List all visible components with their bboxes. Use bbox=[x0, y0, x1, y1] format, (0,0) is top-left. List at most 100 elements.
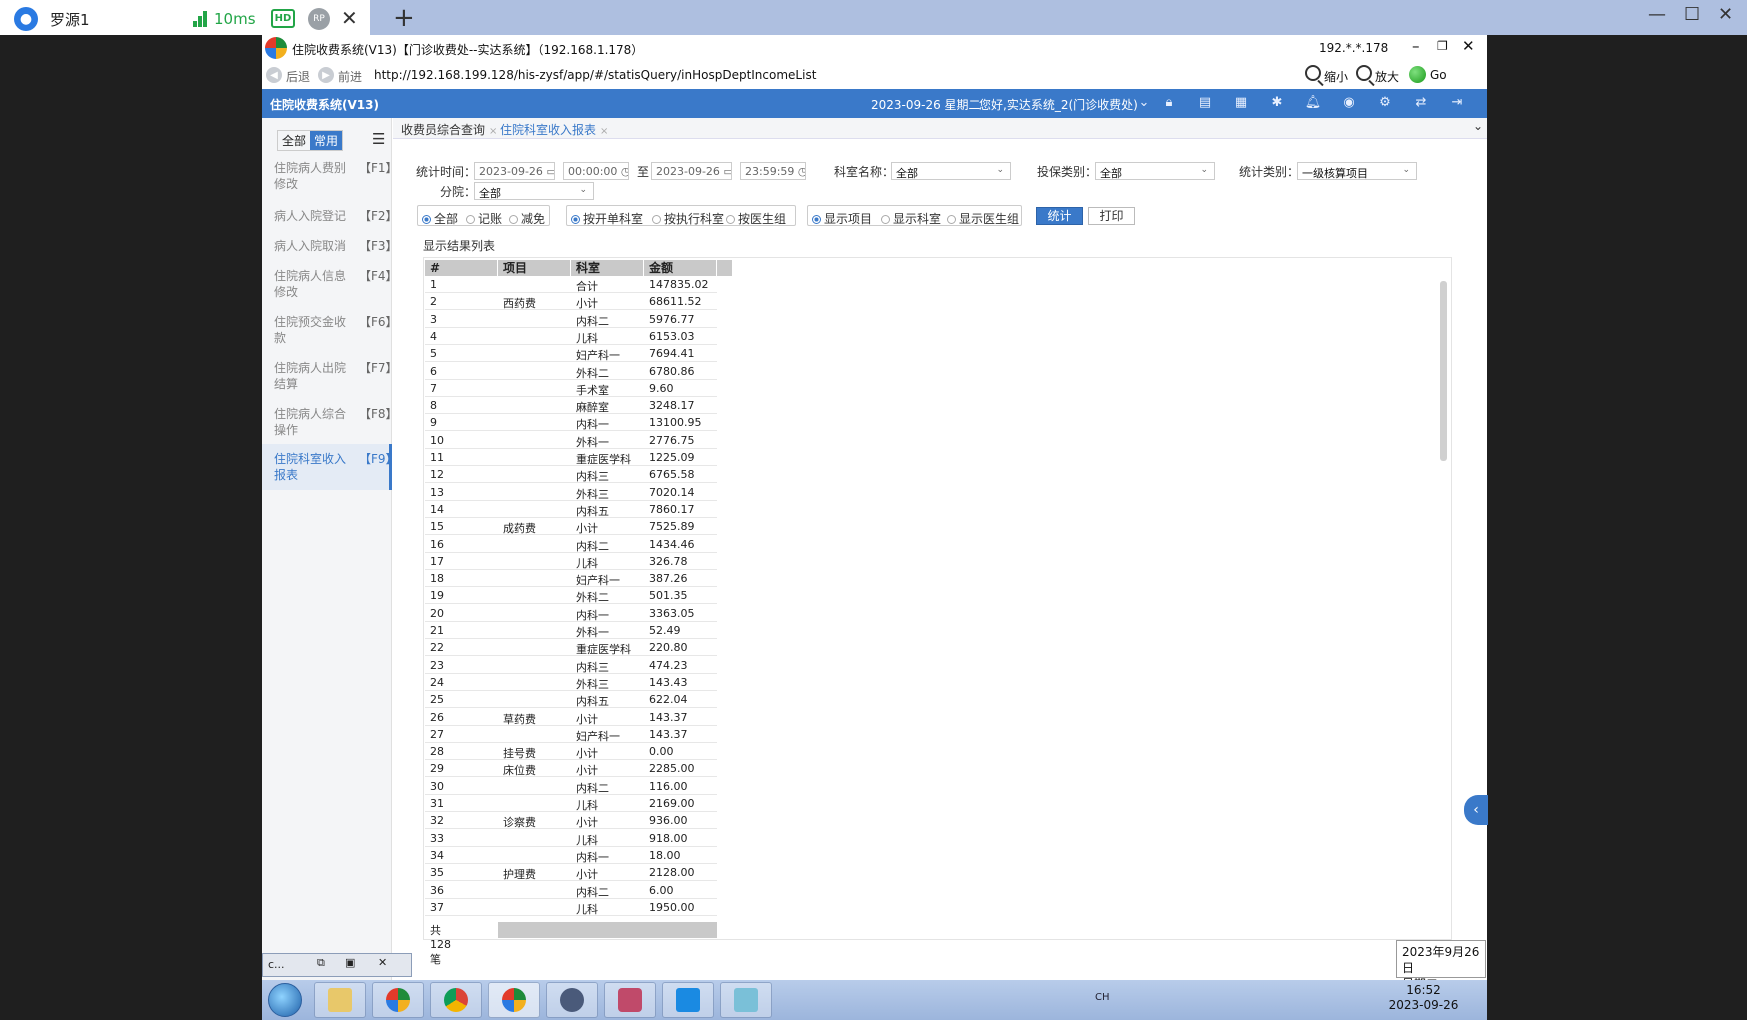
radio-all[interactable]: 全部 bbox=[422, 210, 458, 227]
table-row[interactable]: 35 护理费 小计 2128.00 bbox=[425, 864, 717, 882]
table-row[interactable]: 8 麻醉室 3248.17 bbox=[425, 397, 717, 415]
taskbar-his-active[interactable] bbox=[488, 982, 540, 1018]
table-row[interactable]: 36 内科二 6.00 bbox=[425, 882, 717, 899]
remote-session-tab[interactable]: ● 罗源1 10ms HD RP ✕ bbox=[0, 0, 370, 35]
close-tab-icon[interactable]: ✕ bbox=[341, 6, 358, 30]
table-row[interactable]: 18 妇产科一 387.26 bbox=[425, 570, 717, 588]
table-row[interactable]: 2 西药费 小计 68611.52 bbox=[425, 293, 717, 311]
close-icon[interactable]: × bbox=[600, 126, 608, 137]
col-header-item[interactable]: 项目 bbox=[498, 260, 571, 276]
maximize-icon[interactable]: ▣ bbox=[345, 956, 355, 969]
table-row[interactable]: 13 外科三 7020.14 bbox=[425, 484, 717, 501]
eye-icon[interactable]: ◉ bbox=[1340, 94, 1358, 112]
restore-icon[interactable]: ⧉ bbox=[317, 956, 325, 970]
menu-icon[interactable]: ☰ bbox=[372, 130, 385, 148]
radio-doctor-group[interactable]: 按医生组 bbox=[726, 210, 786, 227]
start-icon[interactable] bbox=[268, 983, 302, 1017]
dept-select[interactable]: 全部 ⌄ bbox=[891, 162, 1011, 180]
window-minimize-icon[interactable]: – bbox=[1412, 37, 1420, 55]
sidebar-item-admission-cancel[interactable]: 病人入院取消 【F3】 bbox=[262, 238, 398, 254]
table-row[interactable]: 17 儿科 326.78 bbox=[425, 553, 717, 570]
hd-icon[interactable]: HD bbox=[271, 9, 295, 28]
table-row[interactable]: 21 外科一 52.49 bbox=[425, 622, 717, 639]
taskbar-remote[interactable] bbox=[662, 982, 714, 1018]
message-icon[interactable]: ▤ bbox=[1196, 94, 1214, 112]
radio-show-doctor-group[interactable]: 显示医生组 bbox=[947, 210, 1019, 227]
start-time-input[interactable]: 00:00:00 ◷ bbox=[563, 162, 629, 180]
col-header-index[interactable]: # bbox=[425, 260, 498, 276]
tab-dropdown-icon[interactable]: ⌄ bbox=[1473, 119, 1483, 133]
switch-icon[interactable]: ⇄ bbox=[1412, 94, 1430, 112]
table-row[interactable]: 6 外科二 6780.86 bbox=[425, 363, 717, 380]
table-row[interactable]: 37 儿科 1950.00 bbox=[425, 899, 717, 916]
zoom-in-icon[interactable] bbox=[1356, 65, 1372, 81]
table-row[interactable]: 9 内科一 13100.95 bbox=[425, 414, 717, 432]
zoom-in-button[interactable]: 放大 bbox=[1375, 68, 1399, 85]
new-tab-icon[interactable]: + bbox=[393, 3, 415, 33]
radio-charge[interactable]: 记账 bbox=[466, 210, 502, 227]
zoom-out-icon[interactable] bbox=[1305, 65, 1321, 81]
stat-type-select[interactable]: 一级核算项目 ⌄ bbox=[1297, 162, 1417, 180]
end-time-input[interactable]: 23:59:59 ◷ bbox=[740, 162, 806, 180]
sidebar-item-discharge[interactable]: 住院病人出院结算 【F7】 bbox=[262, 360, 398, 392]
taskbar-explorer[interactable] bbox=[314, 982, 366, 1018]
taskbar-chrome[interactable] bbox=[430, 982, 482, 1018]
document-icon[interactable]: ▦ bbox=[1232, 94, 1250, 112]
plugin-icon[interactable]: ✱ bbox=[1268, 94, 1286, 112]
minimized-window[interactable]: c... ⧉ ▣ ✕ bbox=[262, 953, 412, 977]
table-row[interactable]: 24 外科三 143.43 bbox=[425, 674, 717, 691]
table-row[interactable]: 19 外科二 501.35 bbox=[425, 587, 717, 605]
table-row[interactable]: 7 手术室 9.60 bbox=[425, 380, 717, 397]
col-header-amount[interactable]: 金额 bbox=[644, 260, 717, 276]
table-row[interactable]: 20 内科一 3363.05 bbox=[425, 605, 717, 622]
radio-order-dept[interactable]: 按开单科室 bbox=[571, 210, 643, 227]
table-row[interactable]: 33 儿科 918.00 bbox=[425, 830, 717, 847]
table-row[interactable]: 31 儿科 2169.00 bbox=[425, 795, 717, 812]
table-row[interactable]: 15 成药费 小计 7525.89 bbox=[425, 518, 717, 536]
ward-select[interactable]: 全部 ⌄ bbox=[474, 182, 594, 200]
back-button[interactable]: 后退 bbox=[286, 68, 310, 85]
table-row[interactable]: 34 内科一 18.00 bbox=[425, 847, 717, 864]
input-language[interactable]: CH bbox=[1095, 992, 1110, 1003]
sidebar-item-dept-income[interactable]: 住院科室收入报表 【F9】 bbox=[262, 444, 398, 490]
radio-show-dept[interactable]: 显示科室 bbox=[881, 210, 941, 227]
stat-button[interactable]: 统计 bbox=[1036, 207, 1083, 225]
window-close-icon[interactable]: ✕ bbox=[1462, 37, 1475, 55]
sidebar-item-patient-info[interactable]: 住院病人信息修改 【F4】 bbox=[262, 268, 398, 300]
filter-all[interactable]: 全部 bbox=[278, 131, 310, 150]
table-row[interactable]: 30 内科二 116.00 bbox=[425, 778, 717, 795]
taskbar-compass[interactable] bbox=[546, 982, 598, 1018]
taskbar-his[interactable] bbox=[372, 982, 424, 1018]
table-row[interactable]: 27 妇产科一 143.37 bbox=[425, 726, 717, 743]
table-row[interactable]: 28 挂号费 小计 0.00 bbox=[425, 743, 717, 761]
close-icon[interactable]: × bbox=[489, 126, 497, 137]
rp-icon[interactable]: RP bbox=[308, 8, 330, 30]
user-greeting[interactable]: 您好,实达系统_2(门诊收费处) bbox=[979, 96, 1138, 113]
insurance-select[interactable]: 全部 ⌄ bbox=[1095, 162, 1215, 180]
table-row[interactable]: 23 内科三 474.23 bbox=[425, 657, 717, 674]
close-window-icon[interactable]: ✕ bbox=[1718, 4, 1733, 25]
chevron-down-icon[interactable]: ⌄ bbox=[1135, 94, 1153, 112]
sidebar-item-admission[interactable]: 病人入院登记 【F2】 bbox=[262, 208, 398, 224]
table-row[interactable]: 22 重症医学科 220.80 bbox=[425, 639, 717, 657]
logout-icon[interactable]: ⇥ bbox=[1448, 94, 1466, 112]
scrollbar[interactable] bbox=[1440, 281, 1447, 461]
table-row[interactable]: 16 内科二 1434.46 bbox=[425, 536, 717, 553]
zoom-out-button[interactable]: 缩小 bbox=[1324, 68, 1348, 85]
radio-exec-dept[interactable]: 按执行科室 bbox=[652, 210, 724, 227]
table-row[interactable]: 32 诊察费 小计 936.00 bbox=[425, 812, 717, 830]
table-row[interactable]: 14 内科五 7860.17 bbox=[425, 501, 717, 518]
radio-show-items[interactable]: 显示项目 bbox=[812, 210, 872, 227]
maximize-icon[interactable]: ☐ bbox=[1684, 4, 1700, 25]
start-date-input[interactable]: 2023-09-26 ▭ bbox=[474, 162, 555, 180]
sidebar-item-fee-type[interactable]: 住院病人费别修改 【F1】 bbox=[262, 160, 398, 192]
window-restore-icon[interactable]: ❐ bbox=[1437, 39, 1448, 53]
tab-cashier-query[interactable]: 收费员综合查询 × bbox=[401, 121, 497, 138]
end-date-input[interactable]: 2023-09-26 ▭ bbox=[651, 162, 732, 180]
sidebar-item-comprehensive[interactable]: 住院病人综合操作 【F8】 bbox=[262, 406, 398, 438]
tab-dept-income[interactable]: 住院科室收入报表 × bbox=[500, 121, 608, 138]
taskbar-notes[interactable] bbox=[720, 982, 772, 1018]
bell-icon[interactable]: 🔔︎ bbox=[1304, 94, 1322, 112]
go-icon[interactable] bbox=[1409, 66, 1426, 83]
table-row[interactable]: 3 内科二 5976.77 bbox=[425, 311, 717, 328]
